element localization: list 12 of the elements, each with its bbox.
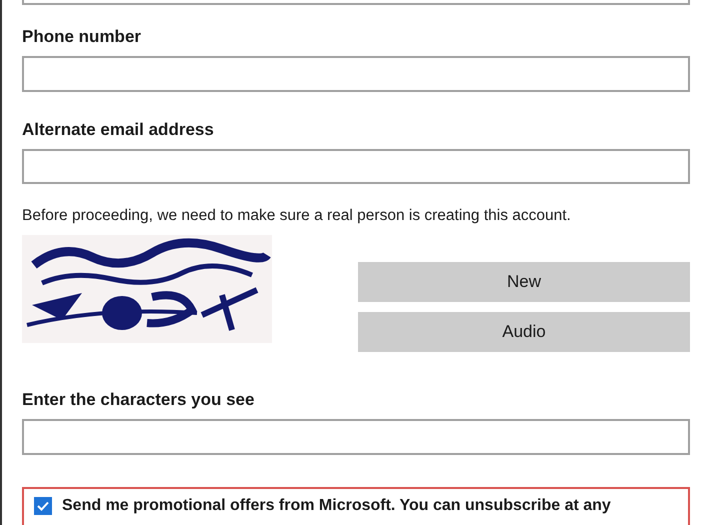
captcha-prompt: Before proceeding, we need to make sure a real person is creating this account. [22, 206, 572, 226]
new-captcha-button[interactable]: New [358, 262, 690, 302]
input-field[interactable] [22, 0, 690, 5]
field-label: Alternate email address [22, 120, 215, 140]
field-label: Phone number [22, 26, 142, 47]
field-label: Enter the characters you see [22, 390, 256, 410]
input-field[interactable] [22, 419, 690, 455]
audio-captcha-button[interactable]: Audio [358, 312, 690, 352]
checkbox[interactable] [34, 497, 52, 515]
input-field[interactable] [22, 56, 690, 92]
promo-label: Send me promotional offers from Microsoft. You can unsubscribe at any [62, 497, 611, 515]
input-field[interactable] [22, 148, 690, 184]
